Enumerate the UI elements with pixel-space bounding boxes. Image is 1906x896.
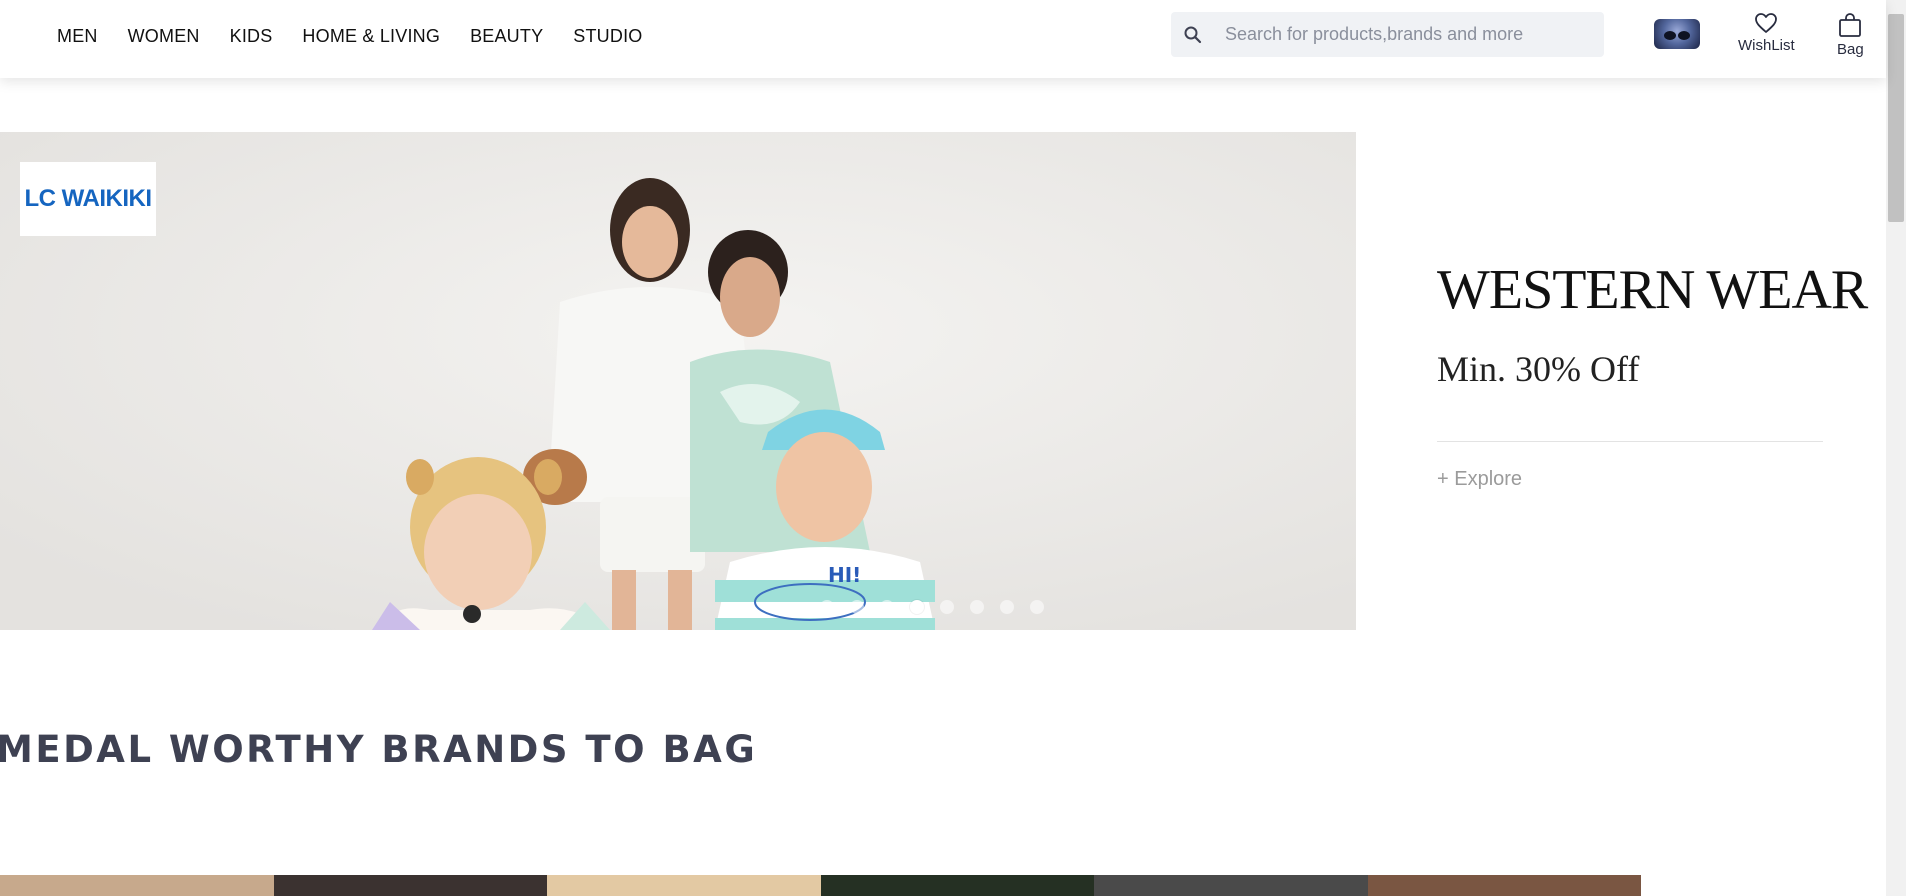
scrollbar-thumb[interactable] [1888,14,1904,222]
brand-tile[interactable] [0,875,274,896]
wishlist-label: WishList [1738,37,1795,54]
bag-label: Bag [1837,41,1864,58]
promo-title: WESTERN WEAR [1437,259,1868,321]
brand-tiles-strip [0,875,1641,896]
carousel-dot[interactable] [880,600,894,614]
search-bar [1171,12,1604,57]
nav-home-living[interactable]: HOME & LIVING [302,26,440,47]
brand-tile[interactable] [820,875,1094,896]
hero-banner[interactable]: HI! LC WAIKIKI [0,132,1356,630]
bag-icon [1839,13,1862,37]
carousel-dot[interactable] [850,600,864,614]
nav-men[interactable]: MEN [57,26,98,47]
top-header: MEN WOMEN KIDS HOME & LIVING BEAUTY STUD… [0,0,1886,78]
carousel-dots [820,600,1044,614]
wishlist-button[interactable]: WishList [1738,12,1795,54]
brand-tile[interactable] [1367,875,1641,896]
brand-tile[interactable] [547,875,821,896]
profile-avatar[interactable] [1654,19,1700,49]
search-icon[interactable] [1171,25,1215,45]
nav-women[interactable]: WOMEN [128,26,200,47]
promo-divider [1437,441,1823,442]
banner-family-image: HI! [0,132,1356,630]
carousel-dot[interactable] [820,600,834,614]
brand-logo[interactable]: LC WAIKIKI [20,162,156,236]
carousel-dot-active[interactable] [910,600,924,614]
carousel-dot[interactable] [1000,600,1014,614]
explore-link[interactable]: + Explore [1437,468,1522,491]
brand-tile[interactable] [273,875,547,896]
svg-text:HI!: HI! [828,563,861,587]
page-scrollbar[interactable] [1886,0,1906,896]
carousel-dot[interactable] [940,600,954,614]
bag-button[interactable]: Bag [1837,12,1864,58]
search-input[interactable] [1215,12,1604,57]
section-title: MEDAL WORTHY BRANDS TO BAG [0,728,758,771]
nav-studio[interactable]: STUDIO [573,26,642,47]
carousel-dot[interactable] [1030,600,1044,614]
promo-subtitle: Min. 30% Off [1437,349,1640,389]
nav-kids[interactable]: KIDS [230,26,273,47]
heart-icon [1755,13,1778,33]
brand-tile[interactable] [1094,875,1368,896]
carousel-dot[interactable] [970,600,984,614]
nav-beauty[interactable]: BEAUTY [470,26,543,47]
main-nav: MEN WOMEN KIDS HOME & LIVING BEAUTY STUD… [57,0,672,72]
